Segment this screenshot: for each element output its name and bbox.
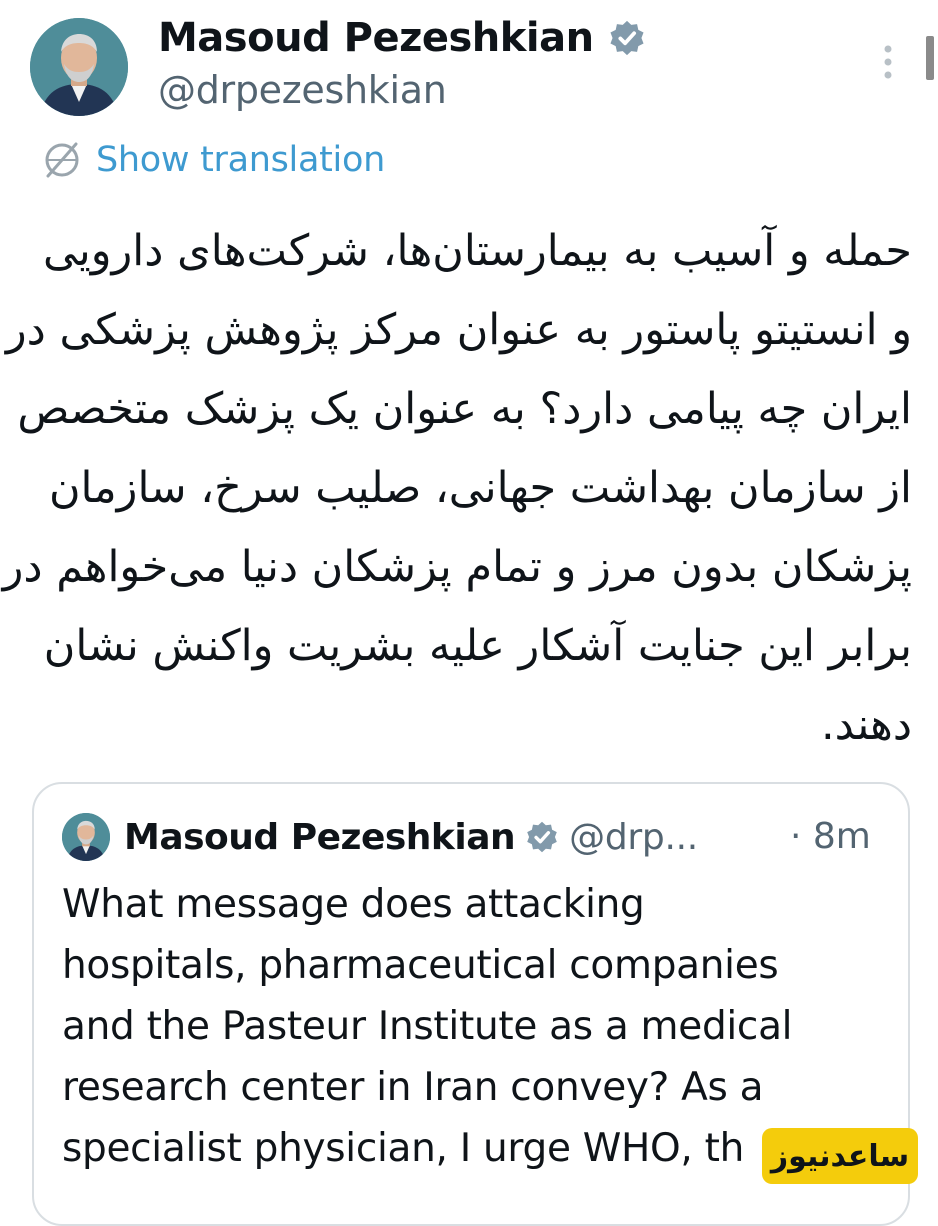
tweet-text-line: پزشکان بدون مرز و تمام پزشکان دنیا می‌خو… <box>2 542 912 592</box>
show-translation-button[interactable]: Show translation <box>42 136 385 184</box>
quoted-text-line: research center in Iran convey? As a <box>62 1065 764 1110</box>
tweet-text: حمله و آسیب به بیمارستان‌ها، شرکت‌های دا… <box>2 212 912 765</box>
more-options-icon[interactable] <box>880 42 896 82</box>
tweet-text-line: برابر این جنایت آشکار علیه بشریت واکنش ن… <box>43 621 912 671</box>
scrollbar-thumb[interactable] <box>926 36 934 80</box>
quoted-tweet-header: Masoud Pezeshkian @drp... <box>62 812 698 862</box>
quoted-text-line: hospitals, pharmaceutical companies <box>62 943 779 988</box>
globe-icon <box>45 142 79 178</box>
quoted-tweet-timestamp[interactable]: · 8m <box>790 812 871 862</box>
watermark-logo: ساعدنیوز <box>762 1128 918 1184</box>
tweet-text-line: و انستیتو پاستور به عنوان مرکز پژوهش پزش… <box>5 305 912 355</box>
author-display-name[interactable]: Masoud Pezeshkian <box>158 15 594 61</box>
quoted-author-handle[interactable]: @drp... <box>569 817 698 858</box>
quoted-author-avatar[interactable] <box>62 813 110 861</box>
tweet-text-line: دهند. <box>820 700 912 750</box>
show-translation-label: Show translation <box>96 140 385 180</box>
author-handle[interactable]: @drpezeshkian <box>158 68 447 112</box>
quoted-text-line: What message does attacking <box>62 882 645 927</box>
author-avatar[interactable] <box>30 18 128 116</box>
tweet-text-line: از سازمان بهداشت جهانی، صلیب سرخ، سازمان <box>48 463 912 513</box>
tweet-text-line: ایران چه پیامی دارد؟ به عنوان یک پزشک مت… <box>17 384 912 434</box>
quoted-author-name[interactable]: Masoud Pezeshkian <box>124 817 516 858</box>
verified-badge-icon <box>610 20 644 56</box>
quoted-text-line: and the Pasteur Institute as a medical <box>62 1004 793 1049</box>
tweet-text-line: حمله و آسیب به بیمارستان‌ها، شرکت‌های دا… <box>42 226 912 276</box>
author-name-row: Masoud Pezeshkian <box>158 12 646 64</box>
verified-badge-icon <box>527 821 557 853</box>
